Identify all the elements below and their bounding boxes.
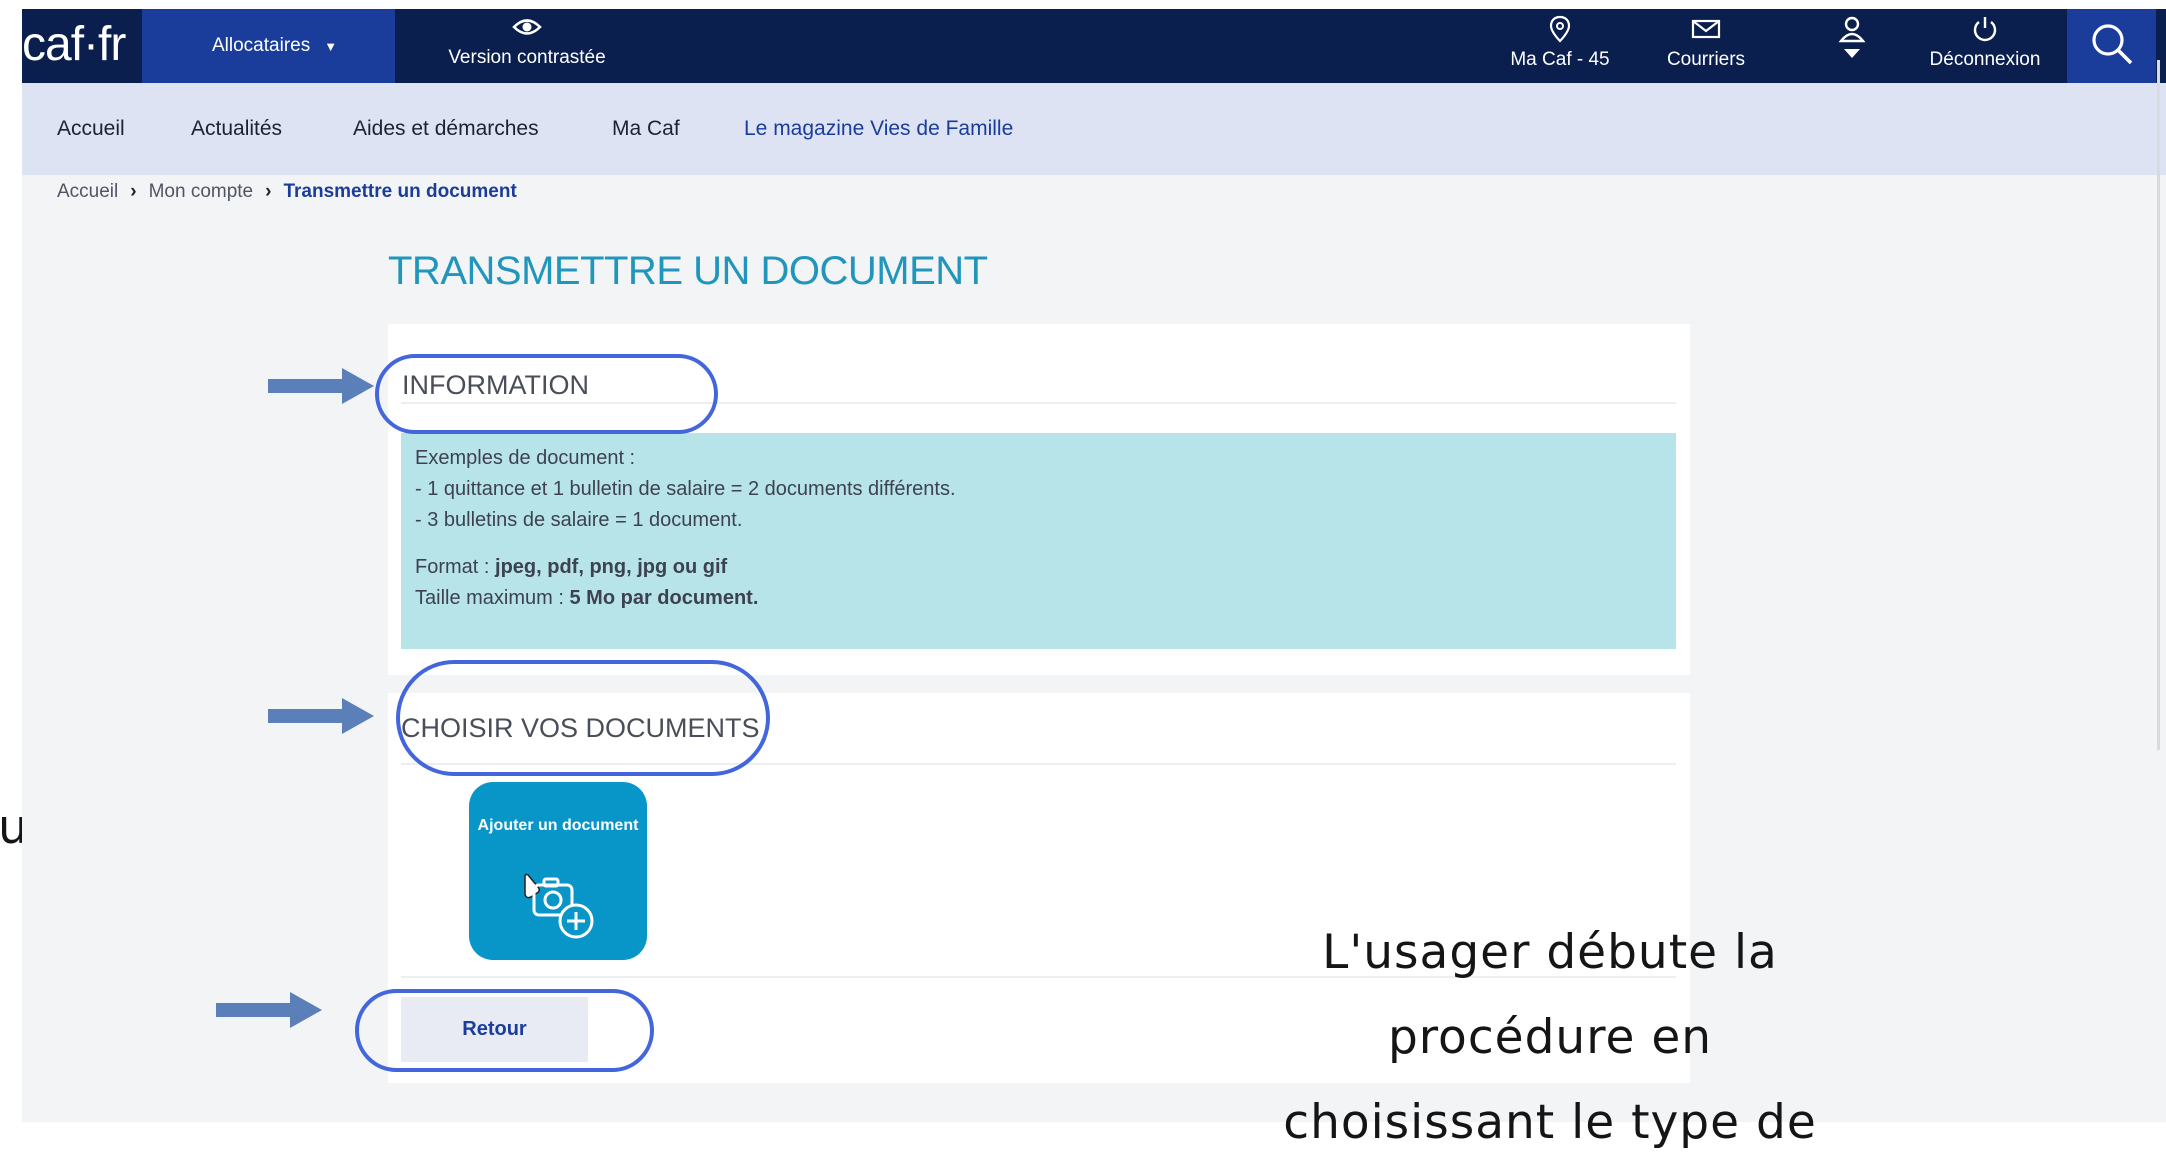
courriers-link[interactable]: Courriers	[1656, 15, 1756, 71]
example-line-2: - 3 bulletins de salaire = 1 document.	[415, 509, 743, 531]
slide-caption: L'usager débute la procédure en choisiss…	[1230, 910, 1870, 1165]
nav-item-ma-caf[interactable]: Ma Caf	[612, 117, 680, 141]
highlight-ring-back	[355, 989, 654, 1072]
location-pin-icon	[1510, 15, 1610, 49]
max-size-line: Taille maximum : 5 Mo par document.	[415, 587, 759, 609]
envelope-icon	[1656, 15, 1756, 49]
add-document-label: Ajouter un document	[477, 817, 639, 834]
chevron-right-icon: ›	[265, 181, 272, 202]
caption-line-3: choisissant le type de	[1283, 1095, 1817, 1150]
ma-caf-label: Ma Caf - 45	[1510, 49, 1610, 70]
breadcrumb-home[interactable]: Accueil	[57, 181, 118, 202]
nav-item-aides[interactable]: Aides et démarches	[353, 117, 539, 141]
highlight-ring-information	[375, 354, 718, 434]
nav-item-accueil[interactable]: Accueil	[57, 117, 125, 141]
add-document-button[interactable]: Ajouter un document	[469, 782, 647, 960]
courriers-label: Courriers	[1666, 49, 1746, 70]
scrollbar-edge	[2157, 60, 2160, 750]
main-navigation: Accueil Actualités Aides et démarches Ma…	[22, 83, 2166, 175]
caption-line-1: L'usager débute la	[1322, 925, 1778, 980]
chevron-right-icon: ›	[130, 181, 137, 202]
examples-heading: Exemples de document :	[415, 447, 636, 469]
arrow-right-icon	[268, 368, 374, 404]
user-icon	[1822, 15, 1882, 58]
nav-item-magazine[interactable]: Le magazine Vies de Famille	[744, 117, 1013, 141]
screenshot-canvas: ui caf·fr Allocataires ▼ Version contras…	[0, 0, 2166, 1150]
top-bar: caf·fr Allocataires ▼ Version contrastée…	[22, 9, 2166, 83]
allocataires-label: Allocataires	[212, 35, 311, 56]
logout-label: Déconnexion	[1929, 49, 2041, 70]
camera-plus-icon	[514, 867, 614, 952]
nav-item-actualites[interactable]: Actualités	[191, 117, 282, 141]
contrast-version-toggle[interactable]: Version contrastée	[417, 15, 637, 69]
eye-icon	[417, 15, 637, 47]
information-box: Exemples de document : - 1 quittance et …	[401, 433, 1676, 649]
user-account-menu[interactable]	[1822, 15, 1882, 58]
breadcrumb: Accueil › Mon compte › Transmettre un docume…	[57, 181, 517, 203]
caf-logo[interactable]: caf·fr	[22, 17, 126, 72]
ma-caf-location-link[interactable]: Ma Caf - 45	[1510, 15, 1610, 71]
caption-line-2: procédure en	[1387, 1010, 1713, 1065]
search-icon	[2090, 22, 2134, 71]
power-icon	[1915, 15, 2055, 49]
page-title: TRANSMETTRE UN DOCUMENT	[388, 249, 988, 293]
breadcrumb-account[interactable]: Mon compte	[149, 181, 254, 202]
highlight-ring-choose-documents	[396, 660, 770, 776]
allocataires-dropdown[interactable]: Allocataires ▼	[142, 9, 395, 83]
search-button[interactable]	[2067, 9, 2156, 83]
contrast-label: Version contrastée	[448, 47, 606, 68]
caret-down-icon: ▼	[324, 38, 338, 54]
logout-button[interactable]: Déconnexion	[1915, 15, 2055, 71]
breadcrumb-current: Transmettre un document	[283, 181, 517, 202]
example-line-1: - 1 quittance et 1 bulletin de salaire =…	[415, 478, 956, 500]
format-line: Format : jpeg, pdf, png, jpg ou gif	[415, 556, 728, 578]
arrow-right-icon	[268, 698, 374, 734]
arrow-right-icon	[216, 992, 322, 1028]
